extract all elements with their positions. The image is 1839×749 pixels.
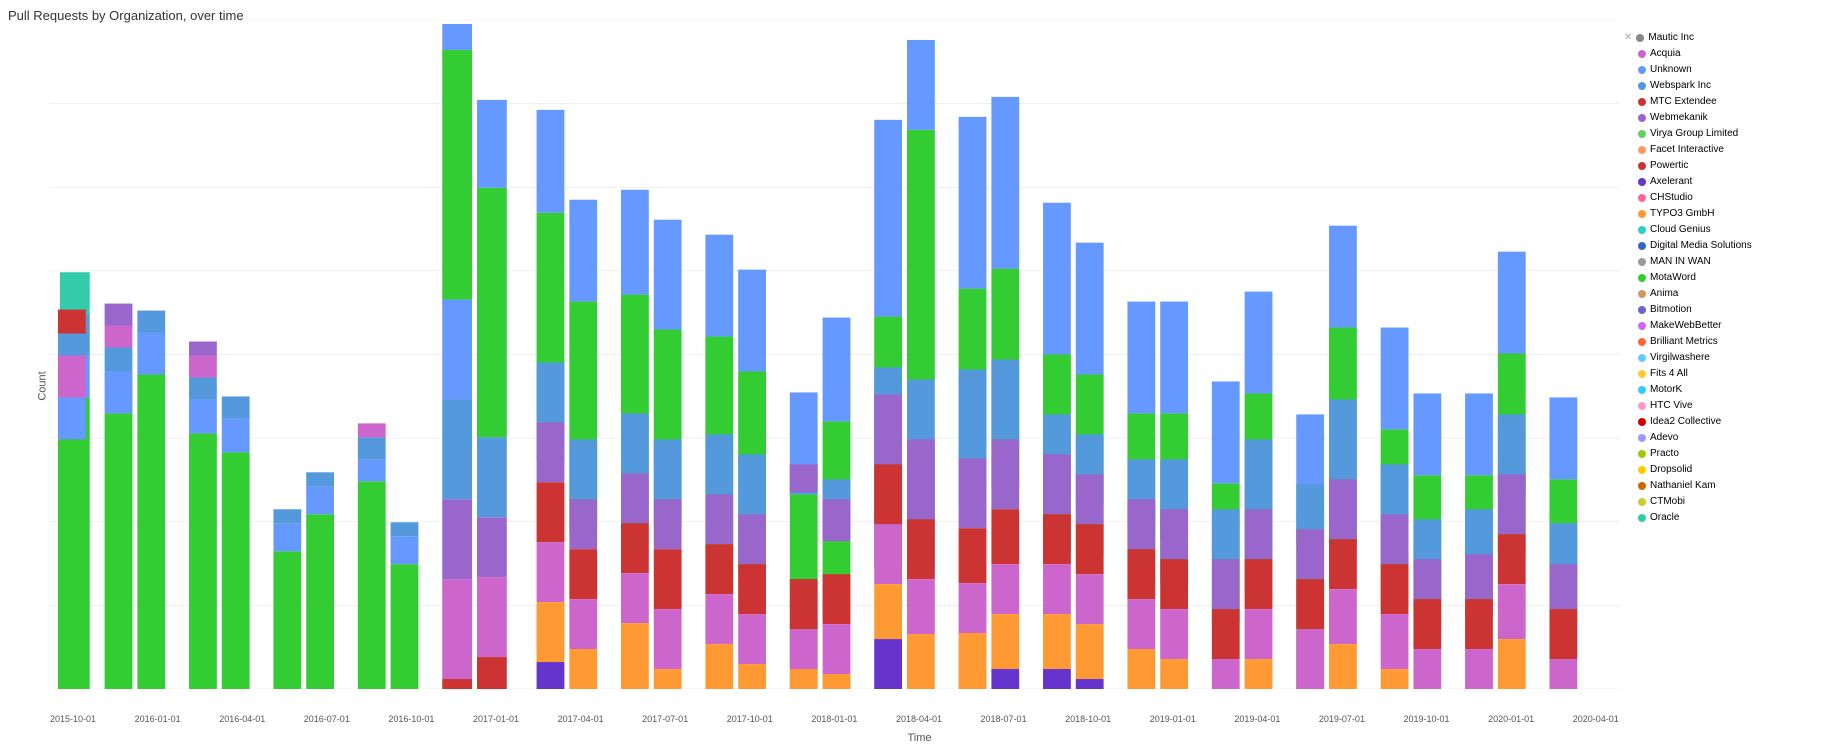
legend-item: Idea2 Collective	[1624, 414, 1834, 430]
chart-container: Pull Requests by Organization, over time…	[0, 0, 1839, 749]
x-axis-label: Time	[907, 732, 931, 744]
legend-item: Axelerant	[1624, 174, 1834, 190]
legend-item: Adevo	[1624, 430, 1834, 446]
legend-item: Cloud Genius	[1624, 222, 1834, 238]
legend-item: Acquia	[1624, 46, 1834, 62]
legend-item: Virgilwashere	[1624, 350, 1834, 366]
legend-item: Webspark Inc	[1624, 78, 1834, 94]
legend-item: Brilliant Metrics	[1624, 334, 1834, 350]
y-axis-label: Count	[37, 371, 49, 400]
legend-item: Unknown	[1624, 62, 1834, 78]
legend-item: Digital Media Solutions	[1624, 238, 1834, 254]
legend-item: Fits 4 All	[1624, 366, 1834, 382]
legend-item: ✕ Mautic Inc	[1624, 30, 1834, 46]
legend-item: CTMobi	[1624, 494, 1834, 510]
chart-area: 160 140 120 100 80 60 40 20 0	[50, 20, 1619, 689]
legend-item: TYPO3 GmbH	[1624, 206, 1834, 222]
bar-chart: 160 140 120 100 80 60 40 20 0	[50, 20, 1619, 689]
legend-item: Dropsolid	[1624, 462, 1834, 478]
legend-item: Powertic	[1624, 158, 1834, 174]
legend: ✕ Mautic Inc Acquia Unknown Webspark Inc…	[1624, 30, 1834, 526]
legend-item: Virya Group Limited	[1624, 126, 1834, 142]
legend-item: HTC Vive	[1624, 398, 1834, 414]
legend-item: MotaWord	[1624, 270, 1834, 286]
legend-item: MTC Extendee	[1624, 94, 1834, 110]
legend-item: MotorK	[1624, 382, 1834, 398]
legend-item: Nathaniel Kam	[1624, 478, 1834, 494]
legend-item: Practo	[1624, 446, 1834, 462]
x-axis-labels: 2015-10-01 2016-01-01 2016-04-01 2016-07…	[50, 714, 1619, 724]
legend-item: MAN IN WAN	[1624, 254, 1834, 270]
legend-item: Anima	[1624, 286, 1834, 302]
legend-item: CHStudio	[1624, 190, 1834, 206]
legend-item: Oracle	[1624, 510, 1834, 526]
legend-item: Webmekanik	[1624, 110, 1834, 126]
legend-item: Bitmotion	[1624, 302, 1834, 318]
legend-item: Facet Interactive	[1624, 142, 1834, 158]
legend-item: MakeWebBetter	[1624, 318, 1834, 334]
